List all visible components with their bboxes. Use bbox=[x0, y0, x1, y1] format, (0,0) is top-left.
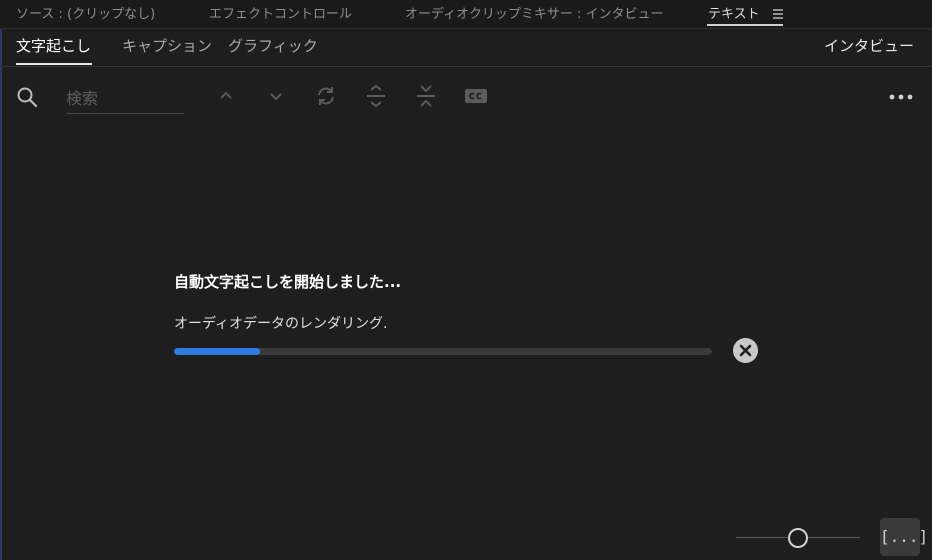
sequence-selector[interactable]: インタビュー bbox=[824, 35, 914, 56]
more-options-icon[interactable] bbox=[888, 93, 914, 101]
tab-captions[interactable]: キャプション bbox=[122, 35, 212, 56]
panel-tab-source[interactable]: ソース : (クリップなし) bbox=[16, 3, 155, 22]
transcription-status-title: 自動文字起こしを開始しました... bbox=[174, 273, 402, 291]
active-sub-tab-indicator bbox=[16, 63, 92, 65]
chevron-down-icon[interactable] bbox=[264, 84, 288, 108]
transcript-toolbar bbox=[0, 67, 932, 122]
panel-tab-audio-clip-mixer[interactable]: オーディオクリップミキサー : インタビュー bbox=[405, 3, 663, 22]
active-panel-tab-indicator bbox=[707, 24, 783, 26]
transcription-status-detail: オーディオデータのレンダリング. bbox=[174, 316, 388, 332]
cc-icon[interactable] bbox=[464, 84, 488, 108]
search-input[interactable] bbox=[66, 83, 184, 114]
panel-tab-effect-controls[interactable]: エフェクトコントロール bbox=[209, 3, 352, 22]
split-icon[interactable] bbox=[414, 84, 438, 108]
expand-button[interactable]: [...] bbox=[880, 518, 929, 556]
transcription-progress-bar bbox=[174, 348, 712, 355]
search-icon[interactable] bbox=[16, 86, 38, 108]
sync-icon[interactable] bbox=[314, 84, 338, 108]
tab-transcript[interactable]: 文字起こし bbox=[16, 35, 91, 56]
chevron-up-icon[interactable] bbox=[214, 84, 238, 108]
panel-tab-bar: ソース : (クリップなし) エフェクトコントロール オーディオクリップミキサー… bbox=[0, 0, 932, 29]
tab-graphics[interactable]: グラフィック bbox=[228, 35, 318, 56]
transcription-progress-fill bbox=[174, 348, 261, 355]
text-panel-sub-tabs: 文字起こし キャプション グラフィック インタビュー bbox=[0, 29, 932, 67]
panel-tab-text[interactable]: テキスト bbox=[708, 3, 760, 22]
zoom-slider-thumb[interactable] bbox=[787, 528, 808, 548]
merge-icon[interactable] bbox=[364, 84, 388, 108]
expand-label: [...] bbox=[880, 527, 929, 546]
panel-menu-icon[interactable] bbox=[772, 6, 784, 20]
cancel-transcription-button[interactable] bbox=[733, 338, 758, 363]
zoom-slider[interactable] bbox=[736, 527, 860, 549]
